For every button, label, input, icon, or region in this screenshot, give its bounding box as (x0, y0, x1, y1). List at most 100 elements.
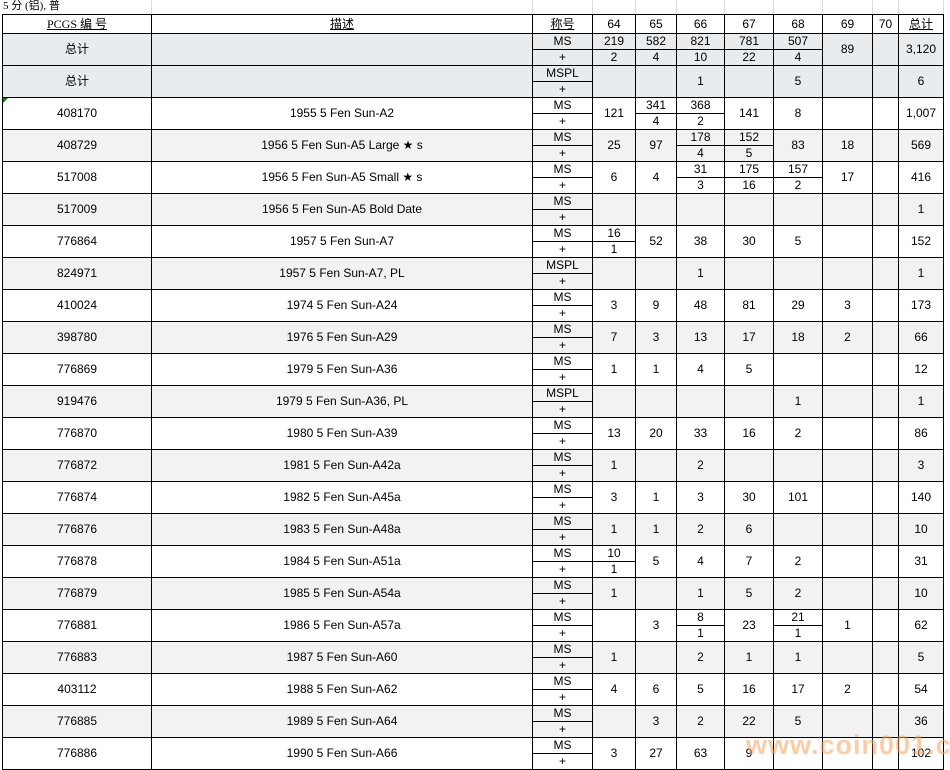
cell-66: 4 (677, 546, 725, 578)
gridline (872, 0, 873, 14)
cell-65: 1 (636, 482, 677, 514)
cell-65: 1 (636, 354, 677, 386)
pcgs-id-link[interactable]: 776881 (3, 610, 152, 642)
cell-68: 157 (774, 162, 823, 178)
cell-66: 2 (677, 450, 725, 482)
designation-label: MS (533, 514, 593, 530)
cell-69 (823, 738, 873, 770)
pcgs-id-link[interactable]: 776872 (3, 450, 152, 482)
cell-67 (725, 258, 774, 290)
cell-64: 1 (593, 450, 636, 482)
plus-designation-label: + (533, 50, 593, 66)
pcgs-id-link[interactable]: 824971 (3, 258, 152, 290)
col-header-70: 70 (873, 15, 899, 34)
cell-70 (873, 514, 899, 546)
coin-description: 1974 5 Fen Sun-A24 (152, 290, 533, 322)
gridline (151, 0, 152, 14)
coin-description: 1957 5 Fen Sun-A7 (152, 226, 533, 258)
pcgs-id-link[interactable]: 776874 (3, 482, 152, 514)
pcgs-id-link[interactable]: 776878 (3, 546, 152, 578)
cell-69 (823, 642, 873, 674)
cell-70 (873, 130, 899, 162)
cell-65: 3 (636, 610, 677, 642)
pcgs-id-link[interactable]: 919476 (3, 386, 152, 418)
designation-label: MS (533, 226, 593, 242)
pcgs-id-link[interactable]: 776885 (3, 706, 152, 738)
cell-68: 101 (774, 482, 823, 514)
pcgs-id-link[interactable]: 776883 (3, 642, 152, 674)
cell-70 (873, 706, 899, 738)
cell-70 (873, 738, 899, 770)
cell-64: 16 (593, 226, 636, 242)
cell-64: 1 (593, 578, 636, 610)
pcgs-id-link[interactable]: 403112 (3, 674, 152, 706)
cell-70 (873, 450, 899, 482)
cell-69: 3 (823, 290, 873, 322)
cell-66 (677, 194, 725, 226)
gridline (532, 0, 533, 14)
coin-description: 1955 5 Fen Sun-A2 (152, 98, 533, 130)
pcgs-id-link[interactable]: 398780 (3, 322, 152, 354)
table-row: 4100241974 5 Fen Sun-A24MS394881293173 (3, 290, 944, 306)
designation-label: MS (533, 354, 593, 370)
plus-designation-label: + (533, 434, 593, 450)
pcgs-id-link[interactable]: 410024 (3, 290, 152, 322)
designation-label: MS (533, 450, 593, 466)
cell-65 (636, 642, 677, 674)
cell-69: 18 (823, 130, 873, 162)
coin-description (152, 66, 533, 98)
cell-70 (873, 386, 899, 418)
cell-65: 52 (636, 226, 677, 258)
table-row: 8249711957 5 Fen Sun-A7, PLMSPL11 (3, 258, 944, 274)
cell-67: 6 (725, 514, 774, 546)
plus-designation-label: + (533, 498, 593, 514)
cell-69 (823, 418, 873, 450)
cell-65: 3 (636, 706, 677, 738)
pcgs-id: 总计 (3, 34, 152, 66)
designation-label: MS (533, 706, 593, 722)
pcgs-id-link[interactable]: 517008 (3, 162, 152, 194)
pcgs-id-link[interactable]: 776869 (3, 354, 152, 386)
cell-68: 5 (774, 66, 823, 98)
cell-total: 6 (899, 66, 944, 98)
cell-64: 7 (593, 322, 636, 354)
plus-designation-label: + (533, 722, 593, 738)
cell-64: 10 (593, 546, 636, 562)
cell-69 (823, 706, 873, 738)
cell-64: 3 (593, 482, 636, 514)
plus-designation-label: + (533, 146, 593, 162)
cell-67: 30 (725, 226, 774, 258)
cell-66: 8 (677, 610, 725, 626)
cell-69: 2 (823, 322, 873, 354)
population-table: PCGS 编 号描述称号64656667686970总计 总计MS2195828… (2, 14, 944, 770)
cell-67 (725, 66, 774, 98)
pcgs-id-link[interactable]: 776886 (3, 738, 152, 770)
pcgs-id-link[interactable]: 776876 (3, 514, 152, 546)
cell-total: 3,120 (899, 34, 944, 66)
cell-65 (636, 194, 677, 226)
table-header-row: PCGS 编 号描述称号64656667686970总计 (3, 15, 944, 34)
pcgs-id-link[interactable]: 517009 (3, 194, 152, 226)
pcgs-id-link[interactable]: 776864 (3, 226, 152, 258)
col-header-total: 总计 (899, 15, 944, 34)
cell-67: 23 (725, 610, 774, 642)
cell-66: 1 (677, 578, 725, 610)
designation-label: MS (533, 482, 593, 498)
cell-67: 30 (725, 482, 774, 514)
pcgs-id-link[interactable]: 776870 (3, 418, 152, 450)
cell-total: 102 (899, 738, 944, 770)
designation-label: MS (533, 130, 593, 146)
cell-70 (873, 322, 899, 354)
cell-64: 121 (593, 98, 636, 130)
cell-67-plus: 16 (725, 178, 774, 194)
designation-label: MS (533, 98, 593, 114)
designation-label: MSPL (533, 66, 593, 82)
cell-65: 97 (636, 130, 677, 162)
cell-68: 5 (774, 226, 823, 258)
pcgs-id-link[interactable]: 776879 (3, 578, 152, 610)
coin-description: 1989 5 Fen Sun-A64 (152, 706, 533, 738)
pcgs-id-link[interactable]: 408729 (3, 130, 152, 162)
cell-68: 5 (774, 706, 823, 738)
cell-65: 6 (636, 674, 677, 706)
col-header-66: 66 (677, 15, 725, 34)
